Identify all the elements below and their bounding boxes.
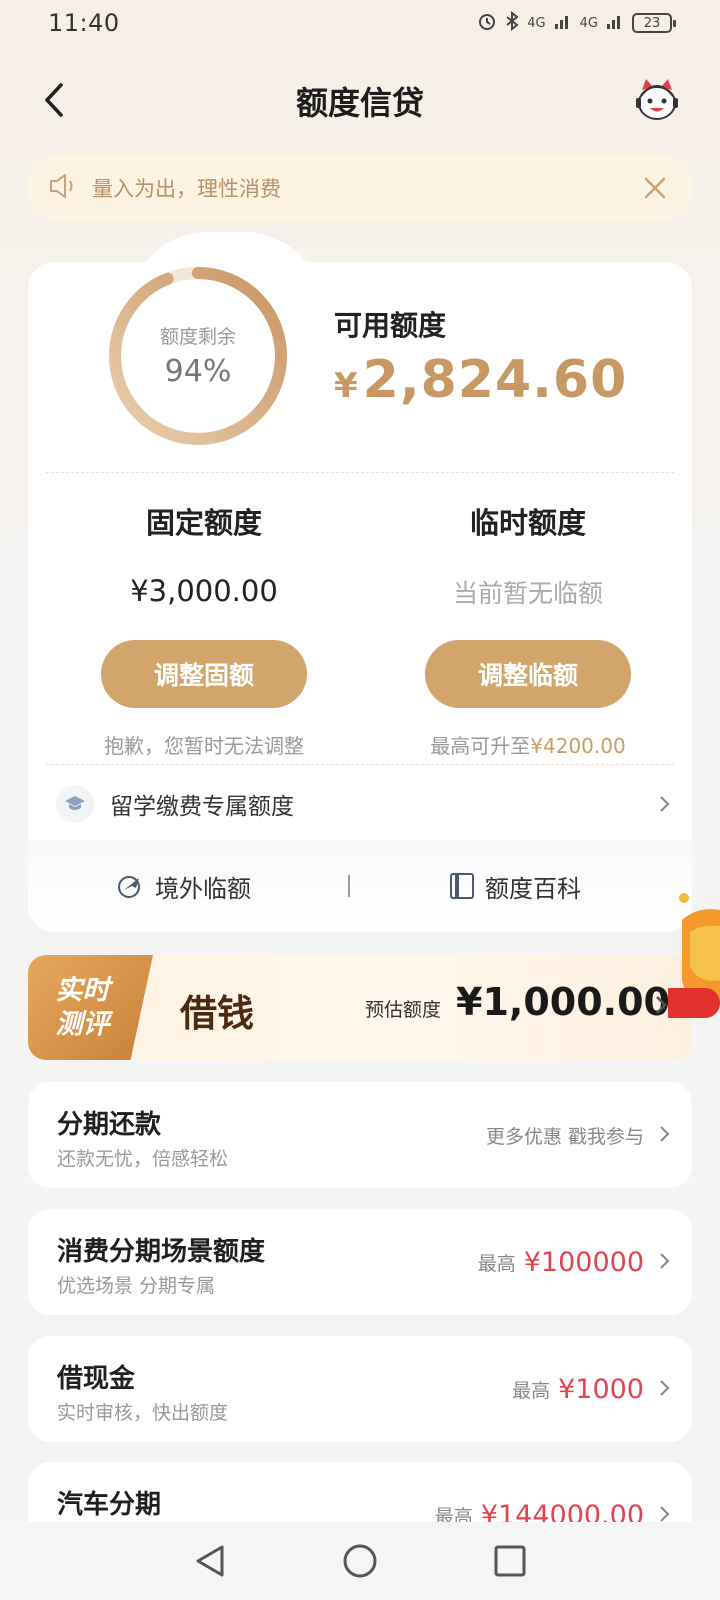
system-nav-bar: [0, 1522, 720, 1600]
bluetooth-icon: [505, 10, 519, 35]
book-icon: [450, 873, 474, 899]
study-abroad-credit-row[interactable]: 留学缴费专属额度: [28, 774, 692, 834]
list-item-max-amount: 最高 ¥100000: [478, 1209, 644, 1315]
speaker-icon: [48, 172, 78, 204]
list-item-title: 借现金: [57, 1364, 136, 1394]
temporary-credit-amount: 当前暂无临额: [452, 579, 603, 608]
temporary-note-prefix: 最高可升至: [430, 734, 531, 758]
estimated-credit-label: 预估额度: [365, 999, 442, 1021]
network-label-2: 4G: [579, 15, 598, 31]
temporary-credit-title: 临时额度: [469, 506, 586, 540]
system-back-button[interactable]: [185, 1536, 235, 1586]
signal-icon: [554, 12, 572, 34]
list-item-subtitle: 优选场景 分期专属: [57, 1275, 216, 1297]
status-icons: 4G 4G 23: [477, 10, 676, 35]
notice-close-button[interactable]: [638, 171, 672, 205]
list-item-max-amount: 最高 ¥1000: [512, 1336, 644, 1442]
badge-line-2: 测评: [55, 1008, 110, 1040]
divider: [46, 472, 674, 473]
list-item-amount: ¥1000: [558, 1373, 644, 1405]
overseas-temp-credit-label: 境外临额: [155, 874, 251, 903]
list-item-title: 汽车分期: [57, 1490, 162, 1520]
chevron-right-icon: [660, 1253, 670, 1269]
list-item-installment-repayment[interactable]: 分期还款 还款无忧，倍感轻松 更多优惠 戳我参与: [28, 1082, 692, 1188]
system-recents-button[interactable]: [485, 1536, 535, 1586]
battery-icon: 23: [632, 13, 676, 33]
available-credit-amount: ¥2,824.60: [334, 350, 627, 410]
circle-home-icon: [343, 1544, 377, 1578]
card-footer: 境外临额 额度百科: [28, 840, 692, 932]
list-item-title: 分期还款: [57, 1110, 162, 1140]
network-label-1: 4G: [527, 15, 546, 31]
divider: [46, 764, 674, 765]
close-icon: [644, 177, 666, 199]
realtime-evaluation-badge: 实时 测评: [28, 955, 153, 1060]
signal-icon: [606, 12, 624, 34]
loan-banner-title: 借钱: [180, 991, 254, 1035]
graduation-cap-icon: [56, 785, 94, 823]
list-item-title: 消费分期场景额度: [57, 1237, 266, 1267]
triangle-back-icon: [196, 1545, 224, 1577]
credit-encyclopedia-label: 额度百科: [485, 874, 581, 903]
list-item-right-text: 最高: [512, 1379, 551, 1402]
credit-encyclopedia-link[interactable]: 额度百科: [360, 869, 670, 904]
fixed-credit-section: 固定额度 ¥3,000.00 调整固额 抱歉，您暂时无法调整: [54, 500, 354, 759]
temporary-credit-note: 最高可升至¥4200.00: [378, 730, 678, 759]
status-time: 11:40: [48, 9, 120, 37]
list-item-promo: 更多优惠 戳我参与: [486, 1082, 644, 1188]
list-item-consumer-installment[interactable]: 消费分期场景额度 优选场景 分期专属 最高 ¥100000: [28, 1209, 692, 1315]
adjust-fixed-credit-button[interactable]: 调整固额: [101, 640, 307, 708]
page-title: 额度信贷: [295, 84, 424, 122]
badge-line-1: 实时: [55, 974, 110, 1006]
chevron-right-icon: [660, 796, 670, 812]
square-recents-icon: [494, 1545, 526, 1577]
chevron-right-icon: [660, 1126, 670, 1142]
overseas-temp-credit-link[interactable]: 境外临额: [28, 869, 338, 904]
mascot-avatar-icon: [636, 79, 678, 120]
list-item-amount: ¥100000: [523, 1246, 644, 1278]
notice-bar: 量入为出，理性消费: [28, 154, 692, 222]
temporary-note-amount: ¥4200.00: [530, 734, 626, 758]
fixed-credit-amount: ¥3,000.00: [130, 574, 278, 608]
temporary-credit-section: 临时额度 当前暂无临额 调整临额 最高可升至¥4200.00: [378, 500, 678, 759]
nav-bar: 额度信贷: [0, 60, 720, 140]
available-amount-value: 2,824.60: [362, 350, 628, 410]
fixed-credit-title: 固定额度: [145, 506, 262, 540]
footer-divider: [348, 875, 350, 897]
alarm-icon: [477, 11, 497, 35]
currency-symbol: ¥: [334, 366, 359, 406]
credit-summary-card: 额度剩余 94% 可用额度 ¥2,824.60 固定额度 ¥3,000.00 调…: [28, 232, 692, 932]
estimated-credit-amount: ¥1,000.00: [456, 980, 670, 1024]
available-credit-label: 可用额度: [334, 309, 447, 342]
status-bar: 11:40 4G 4G 23: [0, 0, 720, 46]
list-item-subtitle: 还款无忧，倍感轻松: [57, 1148, 229, 1170]
list-item-right-text: 更多优惠 戳我参与: [485, 1125, 644, 1148]
adjust-temporary-credit-button[interactable]: 调整临额: [425, 640, 631, 708]
notice-text: 量入为出，理性消费: [92, 177, 281, 201]
chevron-right-icon: [656, 996, 667, 1014]
ring-percentage: 94%: [164, 354, 232, 389]
study-abroad-credit-label: 留学缴费专属额度: [110, 794, 294, 820]
chevron-right-icon: [660, 1506, 670, 1522]
loan-banner[interactable]: 实时 测评 借钱 预估额度 ¥1,000.00: [28, 955, 692, 1060]
chevron-right-icon: [660, 1380, 670, 1396]
plane-icon: [118, 876, 140, 898]
list-item-cash-loan[interactable]: 借现金 实时审核，快出额度 最高 ¥1000: [28, 1336, 692, 1442]
promo-lucky-bag-icon[interactable]: [668, 880, 720, 1040]
list-item-right-text: 最高: [477, 1252, 516, 1275]
fixed-credit-note: 抱歉，您暂时无法调整: [104, 734, 304, 758]
ring-caption: 额度剩余: [159, 326, 236, 348]
system-home-button[interactable]: [335, 1536, 385, 1586]
mascot-avatar-button[interactable]: [632, 76, 682, 126]
list-item-subtitle: 实时审核，快出额度: [57, 1402, 229, 1424]
